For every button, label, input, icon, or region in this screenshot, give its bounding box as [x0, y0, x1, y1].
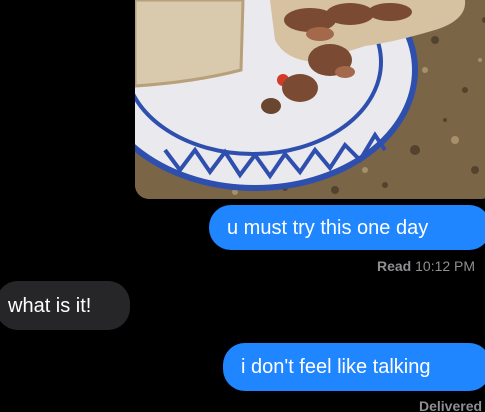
read-label: Read — [377, 258, 412, 274]
read-receipt: Read 10:12 PM — [377, 258, 475, 274]
message-thread: u must try this one day Read 10:12 PM wh… — [0, 0, 485, 412]
delivered-label: Delivered — [419, 398, 483, 412]
message-text: what is it! — [8, 294, 92, 317]
read-time: 10:12 PM — [415, 258, 476, 274]
photo-message[interactable] — [135, 0, 485, 199]
incoming-message[interactable]: what is it! — [0, 281, 130, 330]
message-text: i don't feel like talking — [241, 356, 431, 378]
food-photo — [135, 0, 485, 199]
delivered-receipt: Delivered — [419, 398, 482, 412]
outgoing-message[interactable]: u must try this one day — [209, 205, 485, 250]
message-text: u must try this one day — [227, 216, 429, 239]
outgoing-message[interactable]: i don't feel like talking — [223, 343, 485, 391]
